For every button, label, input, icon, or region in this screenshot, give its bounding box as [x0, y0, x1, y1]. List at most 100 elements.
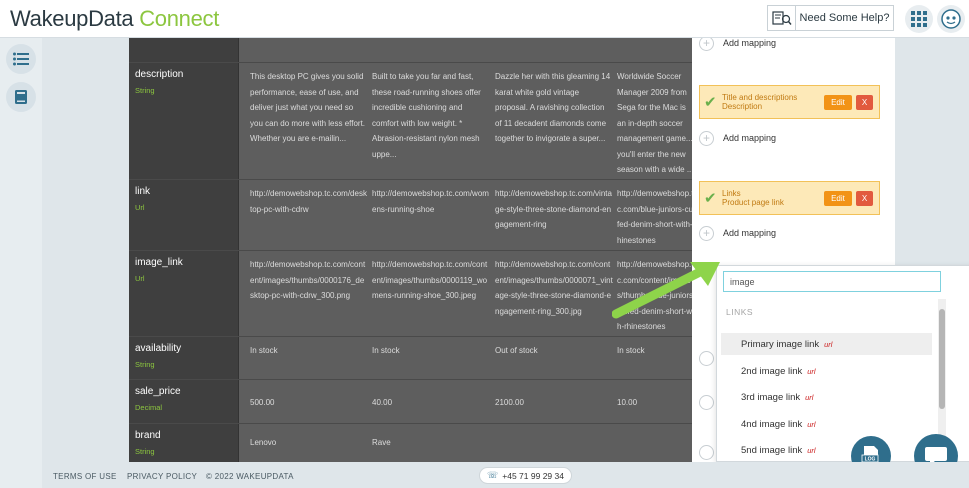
check-icon: ✔	[704, 190, 717, 207]
docs-button[interactable]	[6, 82, 36, 112]
app-logo[interactable]: WakeupData Connect	[10, 6, 219, 32]
phone-icon: ☏	[487, 470, 499, 480]
top-header: WakeupData Connect Need Some Help?	[0, 0, 969, 38]
field-name: brand	[135, 430, 161, 441]
mapped-target: ✔ Title and descriptions Description Edi…	[699, 85, 880, 119]
table-cell: This desktop PC gives you solid performa…	[250, 72, 366, 143]
remove-mapping-button[interactable]: X	[856, 190, 873, 206]
list-icon	[13, 52, 29, 66]
table-row: availability String In stock In stock Ou…	[129, 337, 692, 380]
table-cell: 10.00	[617, 398, 638, 407]
table-cell: Rave	[372, 438, 391, 447]
mapped-target-label: Links Product page link	[722, 189, 784, 207]
table-cell: http://demowebshop.tc.com/vintage-style-…	[495, 189, 612, 229]
mapping-target-dropdown: LINKS Primary image linkurl 2nd image li…	[716, 265, 969, 462]
edit-mapping-button[interactable]: Edit	[824, 190, 852, 206]
book-icon	[15, 90, 27, 104]
field-cell: brand String	[129, 424, 239, 462]
table-cell: In stock	[250, 346, 278, 355]
table-row: sale_price Decimal 500.00 40.00 2100.00 …	[129, 380, 692, 424]
add-mapping-button[interactable]: + Add mapping	[699, 38, 776, 52]
pointer-arrow-icon	[612, 262, 720, 319]
plus-icon[interactable]	[699, 395, 714, 410]
table-cell: Out of stock	[495, 346, 538, 355]
plus-icon[interactable]	[699, 445, 714, 460]
target-search-input[interactable]	[723, 271, 941, 292]
table-cell: http://demowebshop.tc.com/content/images…	[372, 260, 488, 300]
add-mapping-label: Add mapping	[723, 38, 777, 48]
knowledge-search-icon	[768, 6, 796, 30]
check-icon: ✔	[704, 94, 717, 111]
field-type: Url	[135, 274, 145, 283]
field-name: sale_price	[135, 386, 181, 397]
table-row: link Url http://demowebshop.tc.com/deskt…	[129, 180, 692, 251]
edit-mapping-button[interactable]: Edit	[824, 94, 852, 110]
apps-grid-button[interactable]	[905, 5, 933, 33]
table-cell: 40.00	[372, 398, 393, 407]
field-cell: image_link Url	[129, 251, 239, 336]
field-type: String	[135, 447, 155, 456]
field-name: image_link	[135, 257, 183, 268]
help-button[interactable]: Need Some Help?	[767, 5, 894, 31]
help-label: Need Some Help?	[799, 12, 890, 24]
list-view-button[interactable]	[6, 44, 36, 74]
dropdown-group-label: LINKS	[726, 307, 754, 317]
support-phone[interactable]: ☏ +45 71 99 29 34	[479, 467, 572, 484]
table-cell: In stock	[372, 346, 400, 355]
dropdown-option[interactable]: 3rd image link url	[721, 386, 932, 408]
dropdown-option[interactable]: 5nd image link url	[721, 439, 932, 461]
user-avatar-button[interactable]	[937, 5, 965, 33]
add-mapping-button[interactable]: + Add mapping	[699, 129, 776, 147]
robot-avatar-icon	[941, 9, 961, 29]
add-mapping-label: Add mapping	[723, 228, 777, 238]
field-cell	[129, 38, 239, 62]
field-cell: sale_price Decimal	[129, 380, 239, 423]
logo-accent-text: Connect	[139, 6, 220, 31]
table-cell: http://demowebshop.tc.com/content/images…	[495, 260, 613, 316]
privacy-link[interactable]: PRIVACY POLICY	[127, 472, 197, 481]
mapped-target: ✔ Links Product page link Edit X	[699, 181, 880, 215]
terms-link[interactable]: TERMS OF USE	[53, 472, 117, 481]
copyright-text: © 2022 WAKEUPDATA	[206, 472, 294, 481]
table-cell: 2100.00	[495, 398, 524, 407]
table-cell: http://demowebshop.tc.com/desktop-pc-wit…	[250, 189, 367, 214]
dropdown-option[interactable]: Primary image link url	[721, 333, 932, 355]
table-row	[129, 38, 692, 63]
scrollbar-thumb[interactable]	[939, 309, 945, 409]
table-cell: Dazzle her with this gleaming 14 karat w…	[495, 72, 611, 143]
field-type: String	[135, 360, 155, 369]
table-cell: Built to take you far and fast, these ro…	[372, 72, 481, 159]
field-name: link	[135, 186, 151, 197]
remove-mapping-button[interactable]: X	[856, 94, 873, 110]
field-name: availability	[135, 343, 182, 354]
field-cell: availability String	[129, 337, 239, 379]
plus-icon: +	[699, 130, 714, 146]
main-content: description String This desktop PC gives…	[42, 38, 969, 462]
field-type: Decimal	[135, 403, 163, 412]
dropdown-option[interactable]: 2nd image link url	[721, 360, 932, 382]
add-mapping-label: Add mapping	[723, 133, 777, 143]
field-type: String	[135, 86, 155, 95]
table-row: image_link Url http://demowebshop.tc.com…	[129, 251, 692, 337]
mapped-target-label: Title and descriptions Description	[722, 93, 798, 111]
plus-icon: +	[699, 38, 714, 51]
data-preview-table: description String This desktop PC gives…	[129, 38, 692, 462]
plus-icon: +	[699, 225, 714, 241]
field-cell: link Url	[129, 180, 239, 250]
field-name: description	[135, 69, 184, 80]
page-footer: TERMS OF USE PRIVACY POLICY © 2022 WAKEU…	[42, 462, 969, 488]
field-type: Url	[135, 203, 145, 212]
left-sidebar	[0, 38, 42, 488]
table-row: description String This desktop PC gives…	[129, 63, 692, 180]
table-row: brand String Lenovo Rave	[129, 424, 692, 462]
field-cell: description String	[129, 63, 239, 179]
logo-main-text: WakeupData	[10, 6, 134, 31]
table-cell: 500.00	[250, 398, 275, 407]
apps-grid-icon	[911, 11, 927, 27]
table-cell: http://demowebshop.tc.com/content/images…	[250, 260, 366, 300]
table-cell: Lenovo	[250, 438, 277, 447]
plus-icon[interactable]	[699, 351, 714, 366]
table-cell: In stock	[617, 346, 645, 355]
dropdown-option[interactable]: 4nd image link url	[721, 413, 932, 435]
table-cell: http://demowebshop.tc.com/womens-running…	[372, 189, 489, 214]
